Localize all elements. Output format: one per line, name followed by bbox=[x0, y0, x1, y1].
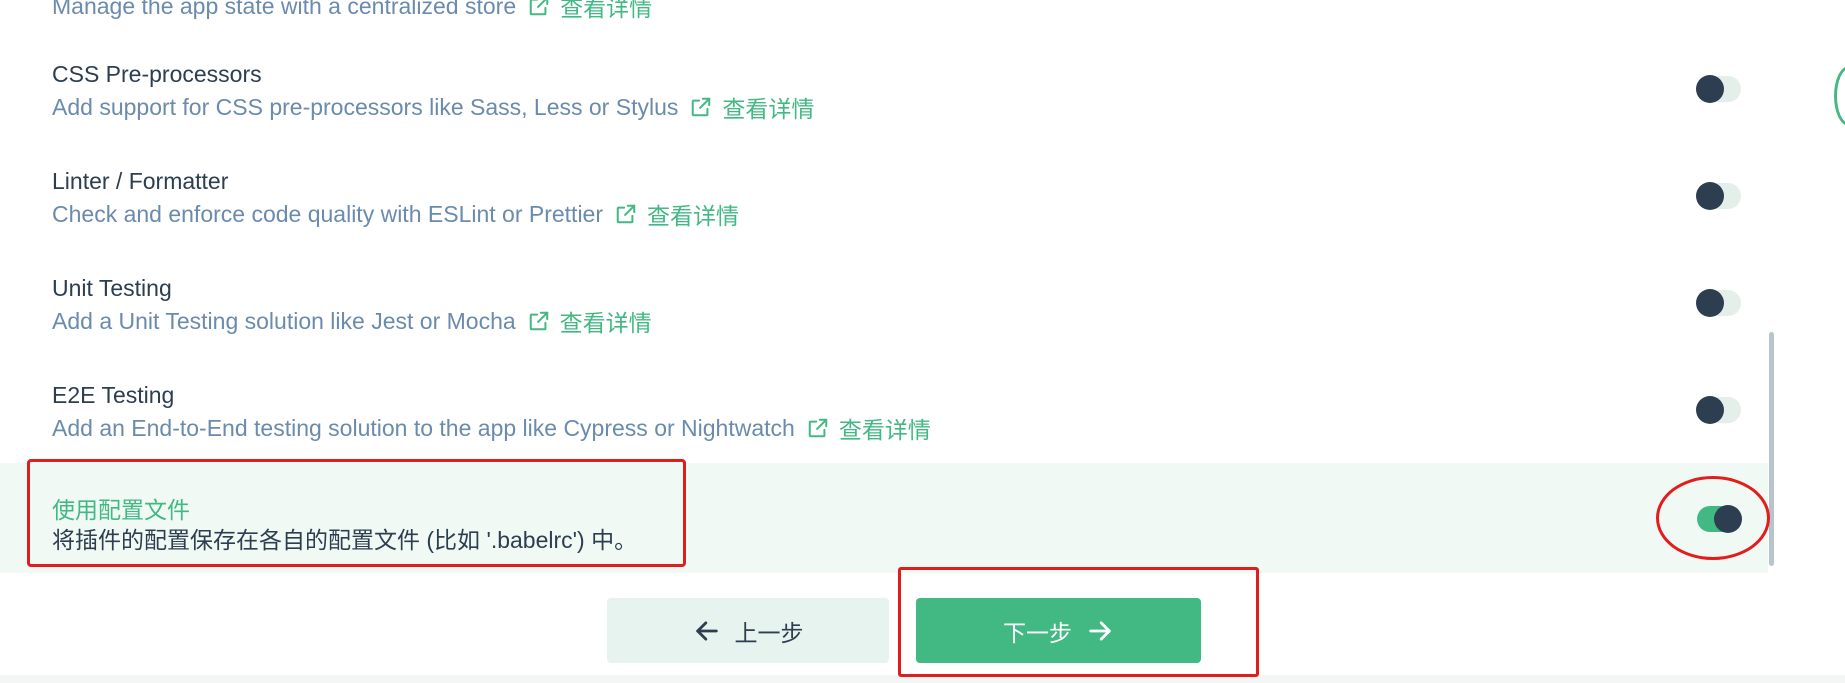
feature-row-css-preprocessors[interactable]: CSS Pre-processors Add support for CSS p… bbox=[0, 40, 1768, 140]
feature-list: Manage the app state with a centralized … bbox=[0, 0, 1768, 575]
feature-toggle[interactable] bbox=[1696, 289, 1741, 317]
toggle-knob bbox=[1696, 289, 1724, 317]
feature-description: Manage the app state with a centralized … bbox=[52, 0, 652, 23]
feature-description-text: Add a Unit Testing solution like Jest or… bbox=[52, 307, 516, 334]
feature-description: Add support for CSS pre-processors like … bbox=[52, 90, 814, 124]
external-link-icon bbox=[529, 311, 548, 331]
feature-title: 使用配置文件 bbox=[52, 497, 190, 523]
feature-toggle[interactable] bbox=[1696, 396, 1741, 424]
external-link-icon bbox=[529, 0, 549, 16]
toggle-knob bbox=[1696, 75, 1724, 103]
floating-action-edge[interactable] bbox=[1834, 66, 1845, 126]
feature-row-vuex[interactable]: Manage the app state with a centralized … bbox=[0, 0, 1768, 23]
feature-row-unit-testing[interactable]: Unit Testing Add a Unit Testing solution… bbox=[0, 254, 1768, 354]
feature-description: Add an End-to-End testing solution to th… bbox=[52, 411, 931, 445]
more-details-link[interactable]: 查看详情 bbox=[839, 411, 931, 445]
feature-description-text: Check and enforce code quality with ESLi… bbox=[52, 200, 604, 227]
external-link-icon bbox=[808, 418, 828, 438]
feature-description: 将插件的配置保存在各自的配置文件 (比如 '.babelrc') 中。 bbox=[52, 521, 637, 555]
feature-description-text: Manage the app state with a centralized … bbox=[52, 0, 517, 19]
arrow-right-icon bbox=[1089, 620, 1111, 641]
toggle-knob bbox=[1696, 182, 1724, 210]
feature-toggle[interactable] bbox=[1697, 505, 1742, 533]
external-link-icon bbox=[616, 204, 636, 224]
previous-step-button[interactable]: 上一步 bbox=[607, 598, 889, 663]
feature-toggle[interactable] bbox=[1696, 75, 1741, 103]
toggle-knob bbox=[1696, 396, 1724, 424]
feature-description-text: Add support for CSS pre-processors like … bbox=[52, 93, 679, 120]
footer-band bbox=[0, 675, 1845, 683]
feature-title: CSS Pre-processors bbox=[52, 61, 262, 87]
arrow-left-icon bbox=[695, 620, 718, 641]
scrollbar-thumb[interactable] bbox=[1769, 332, 1774, 566]
feature-description-text: 将插件的配置保存在各自的配置文件 (比如 '.babelrc') 中。 bbox=[52, 527, 638, 553]
feature-title: Unit Testing bbox=[52, 275, 172, 301]
more-details-link[interactable]: 查看详情 bbox=[560, 0, 652, 23]
feature-description: Check and enforce code quality with ESLi… bbox=[52, 197, 739, 231]
more-details-link[interactable]: 查看详情 bbox=[560, 304, 652, 338]
feature-toggle[interactable] bbox=[1696, 182, 1741, 210]
previous-step-label: 上一步 bbox=[734, 619, 804, 646]
feature-description: Add a Unit Testing solution like Jest or… bbox=[52, 304, 652, 338]
next-step-button[interactable]: 下一步 bbox=[916, 598, 1201, 663]
feature-title: E2E Testing bbox=[52, 382, 175, 408]
feature-row-linter[interactable]: Linter / Formatter Check and enforce cod… bbox=[0, 147, 1768, 247]
feature-description-text: Add an End-to-End testing solution to th… bbox=[52, 414, 795, 441]
feature-title: Linter / Formatter bbox=[52, 168, 229, 194]
next-step-label: 下一步 bbox=[1003, 619, 1072, 646]
toggle-knob bbox=[1714, 505, 1742, 533]
external-link-icon bbox=[692, 97, 711, 117]
more-details-link[interactable]: 查看详情 bbox=[647, 197, 739, 231]
feature-row-e2e-testing[interactable]: E2E Testing Add an End-to-End testing so… bbox=[0, 361, 1768, 461]
feature-row-config-files[interactable]: 使用配置文件 将插件的配置保存在各自的配置文件 (比如 '.babelrc') … bbox=[0, 463, 1768, 573]
more-details-link[interactable]: 查看详情 bbox=[722, 90, 814, 124]
